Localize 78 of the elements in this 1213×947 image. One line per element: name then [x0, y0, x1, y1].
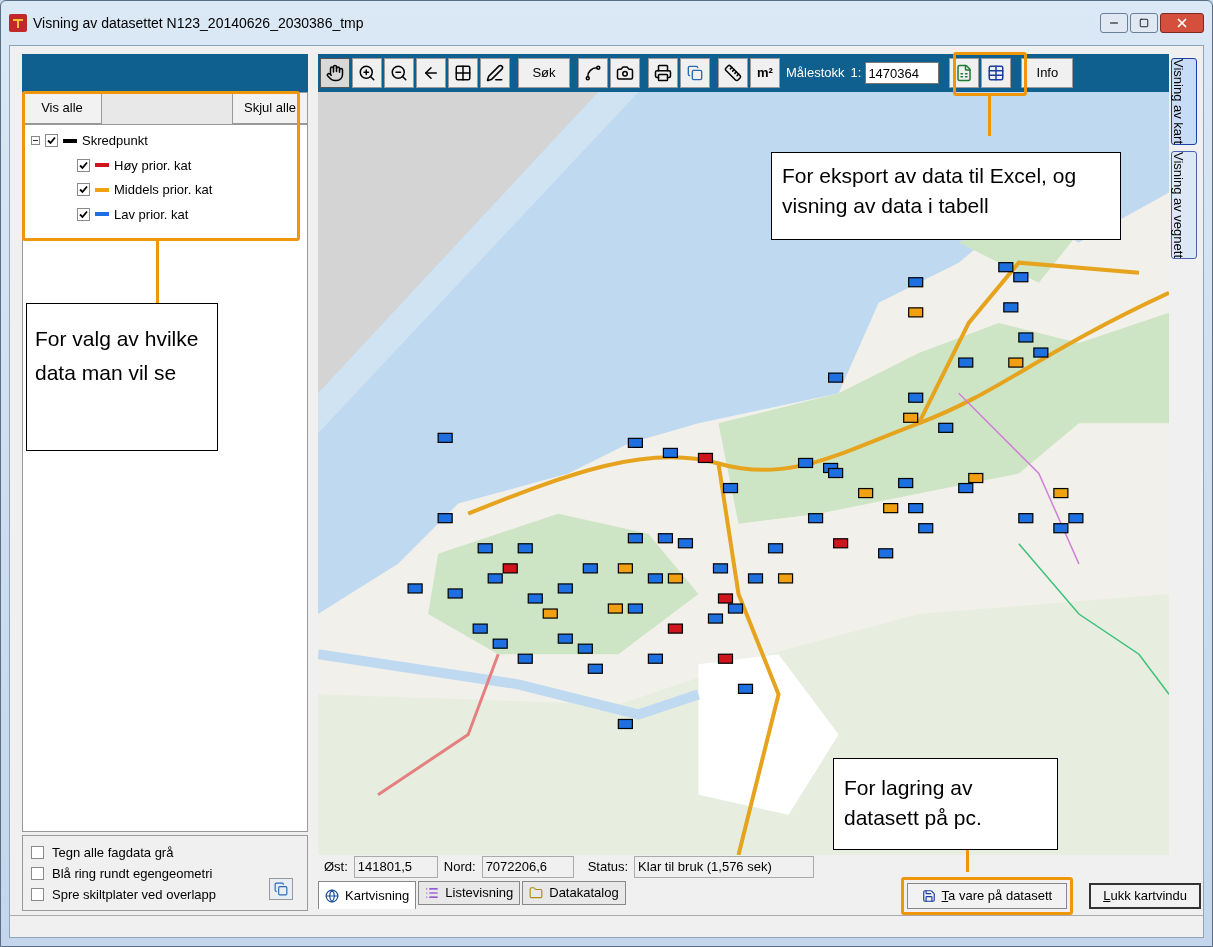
layer-label: Lav prior. kat [114, 205, 189, 224]
north-value: 7072206,6 [481, 856, 574, 878]
copy-button[interactable] [269, 878, 293, 900]
table-icon [987, 64, 1006, 82]
leader-line [156, 241, 159, 304]
layer-label: Høy prior. kat [114, 156, 192, 175]
scale-field[interactable]: 1470364 [865, 62, 940, 84]
leader-line [966, 850, 969, 872]
map-drawing[interactable] [318, 92, 1169, 855]
close-button[interactable] [1160, 13, 1204, 33]
option-label: Spre skiltplater ved overlapp [52, 885, 217, 904]
tool-button[interactable] [416, 58, 446, 88]
option-checkbox[interactable] [31, 846, 44, 859]
camera-icon [616, 64, 634, 82]
scale-label: Målestokk [786, 64, 845, 83]
measure-button[interactable] [718, 58, 748, 88]
view-tab[interactable]: Datakatalog [522, 881, 626, 905]
callout: For valg av hvilke data man vil se [26, 303, 218, 451]
status-value: Klar til bruk (1,576 sek) [634, 856, 815, 878]
status-label: Status: [587, 858, 629, 877]
copy-icon [687, 65, 703, 81]
callout: For eksport av data til Excel, og visning av data i tabell [771, 152, 1121, 240]
maximize-button[interactable] [1130, 13, 1158, 33]
line-tool-button[interactable] [578, 58, 608, 88]
leader-line [988, 96, 991, 136]
camera-button[interactable] [610, 58, 640, 88]
tool-button[interactable] [384, 58, 414, 88]
spline-icon [584, 64, 602, 82]
copy-map-button[interactable] [680, 58, 710, 88]
zoom-in-icon [358, 64, 376, 82]
globe-icon [325, 888, 339, 903]
layer-checkbox[interactable] [45, 134, 58, 148]
save-icon [921, 889, 936, 903]
search-button[interactable]: Søk [518, 58, 570, 88]
side-tab[interactable]: Visning av vegnett [1171, 151, 1197, 260]
list-icon [425, 886, 440, 900]
pan-hand-icon [326, 64, 344, 82]
app-icon [9, 14, 27, 32]
option-label: Tegn alle fagdata grå [52, 843, 174, 862]
callout: For lagring av datasett på pc. [833, 758, 1058, 850]
view-tab[interactable]: Kartvisning [318, 881, 417, 909]
print-button[interactable] [648, 58, 678, 88]
east-label: Øst: [324, 858, 348, 877]
option-checkbox[interactable] [31, 867, 44, 880]
option-label: Blå ring rundt egengeometri [52, 864, 213, 883]
window-title: Visning av datasettet N123_20140626_2030386_tmp [33, 13, 364, 33]
save-dataset-button[interactable]: Ta vare på datasett [906, 883, 1068, 909]
layer-label: Middels prior. kat [114, 181, 213, 199]
close-icon [1175, 16, 1189, 30]
view-tab[interactable]: Listevisning [418, 881, 521, 905]
layer-checkbox[interactable] [77, 207, 90, 221]
zoom-out-icon [390, 64, 408, 82]
scale-prefix: 1: [850, 64, 862, 83]
grid-icon [454, 64, 472, 82]
spreadsheet-icon [955, 64, 974, 82]
tool-button[interactable] [480, 58, 510, 88]
close-map-button[interactable]: Lukk kartvindu [1089, 883, 1201, 909]
ruler-icon [724, 64, 742, 82]
tool-button[interactable] [448, 58, 478, 88]
minimize-button[interactable] [1100, 13, 1128, 33]
tool-button[interactable] [352, 58, 382, 88]
table-view-button[interactable] [981, 58, 1012, 88]
area-button[interactable]: m² [750, 58, 780, 88]
hide-all-button[interactable]: Skjul alle [232, 92, 308, 124]
tool-button[interactable] [320, 58, 350, 88]
layer-label: Skredpunkt [82, 132, 148, 150]
option-checkbox[interactable] [31, 888, 44, 901]
layer-checkbox[interactable] [77, 183, 90, 197]
printer-icon [654, 64, 672, 82]
layer-checkbox[interactable] [77, 158, 90, 172]
collapse-icon[interactable] [31, 136, 40, 146]
north-label: Nord: [443, 858, 476, 877]
side-tab[interactable]: Visning av kart [1171, 58, 1197, 146]
pen-icon [486, 64, 504, 82]
folder-icon [529, 886, 544, 900]
maximize-icon [1139, 18, 1149, 28]
info-button[interactable]: Info [1021, 58, 1074, 88]
east-value: 141801,5 [353, 856, 438, 878]
